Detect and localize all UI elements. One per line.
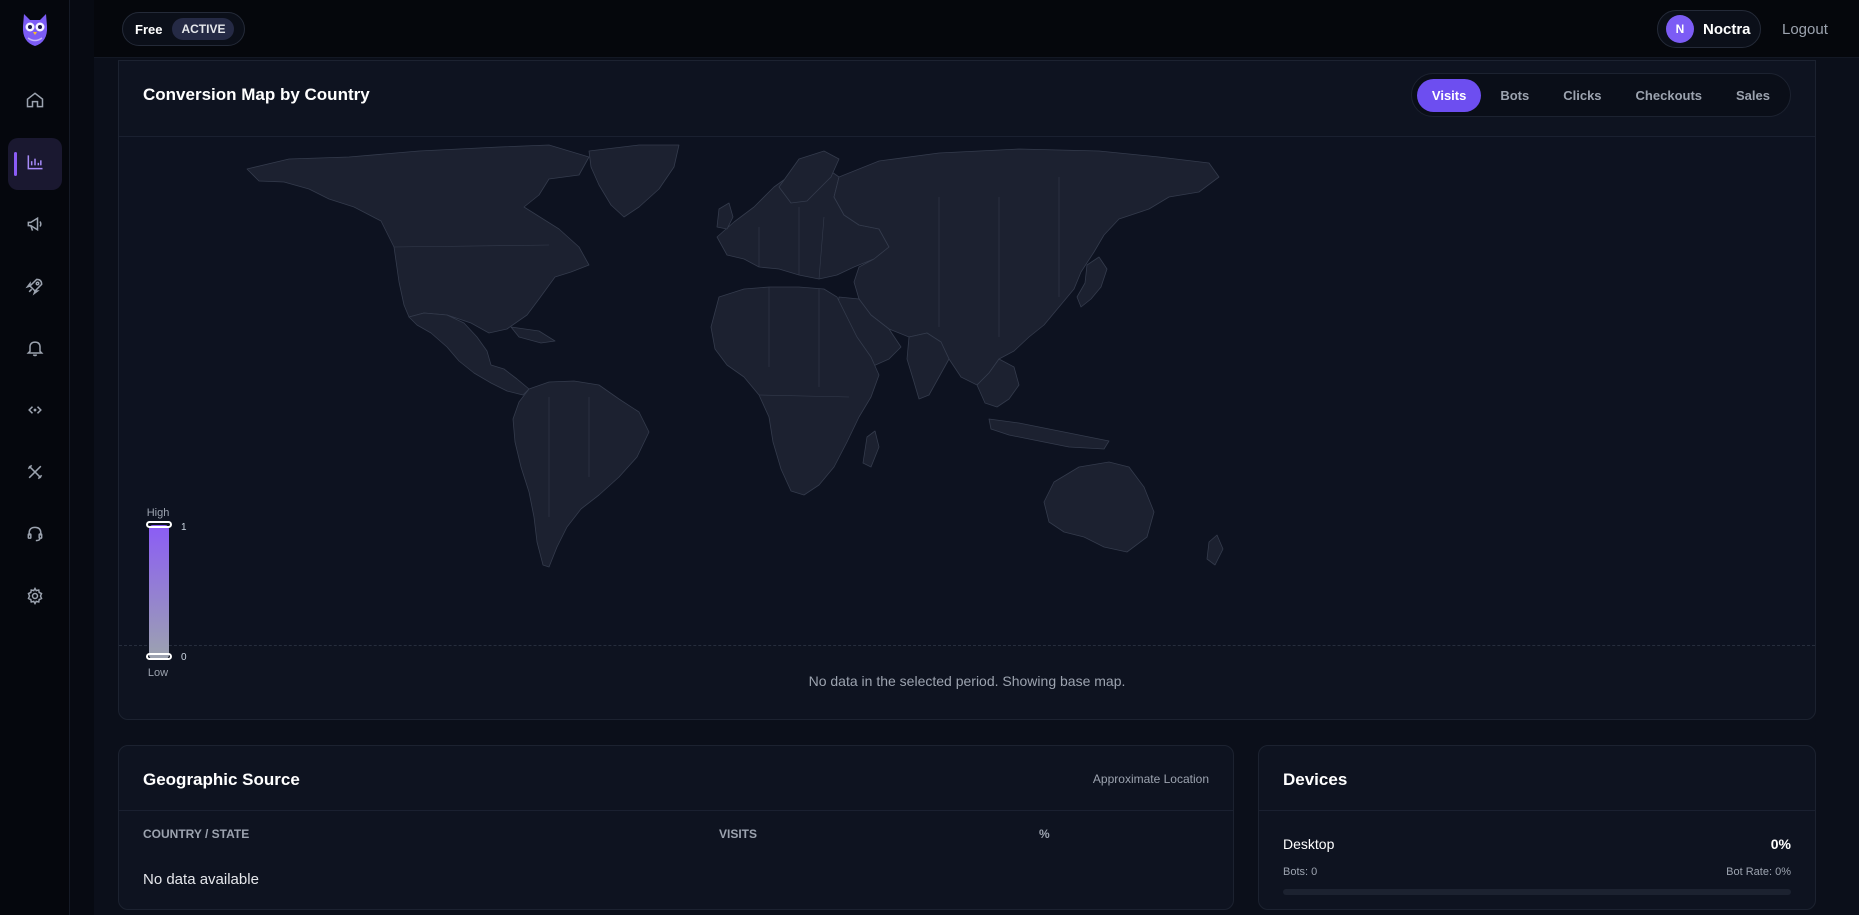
- devices-card: Devices Desktop 0% Bots: 0 Bot Rate: 0%: [1258, 745, 1816, 910]
- nav-notifications[interactable]: [8, 324, 62, 376]
- nav-integrations[interactable]: [8, 386, 62, 438]
- sidebar: [0, 0, 70, 915]
- metric-tabs: Visits Bots Clicks Checkouts Sales: [1410, 73, 1791, 117]
- nav-campaigns[interactable]: [8, 200, 62, 252]
- plan-badge[interactable]: Free ACTIVE: [122, 12, 246, 46]
- gear-icon: [25, 586, 45, 611]
- topbar: Free ACTIVE N Noctra Logout: [94, 0, 1859, 58]
- map-legend: High 1 0 Low: [143, 507, 193, 682]
- country-new-zealand: [1206, 534, 1224, 566]
- home-icon: [25, 90, 45, 115]
- tab-sales[interactable]: Sales: [1721, 79, 1785, 112]
- plan-name: Free: [135, 21, 163, 37]
- nav-launch[interactable]: [8, 262, 62, 314]
- legend-gradient-bar: [149, 525, 169, 659]
- tab-checkouts[interactable]: Checkouts: [1621, 79, 1717, 112]
- nav-support[interactable]: [8, 510, 62, 562]
- plan-status-badge: ACTIVE: [172, 18, 235, 40]
- logout-link[interactable]: Logout: [1782, 21, 1828, 38]
- nav-home[interactable]: [8, 76, 62, 128]
- tab-visits[interactable]: Visits: [1416, 78, 1482, 112]
- country-madagascar: [862, 430, 880, 468]
- nav-analytics[interactable]: [7, 138, 62, 190]
- geographic-source-card: Geographic Source Approximate Location C…: [118, 745, 1234, 910]
- owl-logo-icon[interactable]: [17, 10, 53, 50]
- device-progress-track: [1283, 889, 1791, 895]
- user-name: Noctra: [1703, 20, 1751, 38]
- device-name: Desktop: [1283, 836, 1335, 852]
- country-north-america: [246, 144, 590, 334]
- legend-min-handle[interactable]: [146, 653, 172, 660]
- approximate-location-note: Approximate Location: [1092, 772, 1209, 786]
- tab-clicks[interactable]: Clicks: [1548, 79, 1616, 112]
- conversion-map-card: Conversion Map by Country Visits Bots Cl…: [118, 60, 1816, 720]
- bell-icon: [25, 338, 45, 363]
- legend-max-handle[interactable]: [146, 521, 172, 528]
- world-map-shapes: [246, 144, 1224, 568]
- map-empty-message: No data in the selected period. Showing …: [808, 673, 1126, 689]
- column-country-state[interactable]: COUNTRY / STATE: [143, 827, 249, 841]
- legend-high-label: High: [146, 507, 170, 519]
- device-bot-rate: Bot Rate: 0%: [1726, 866, 1791, 878]
- device-bots: Bots: 0: [1283, 866, 1318, 878]
- tab-bots[interactable]: Bots: [1485, 79, 1544, 112]
- analytics-chart-icon: [25, 152, 45, 177]
- megaphone-icon: [25, 214, 45, 239]
- divider: [1259, 810, 1815, 811]
- legend-min-value: 0: [181, 652, 187, 663]
- tools-icon: [25, 462, 45, 487]
- headset-icon: [25, 524, 45, 549]
- country-greenland: [588, 144, 680, 218]
- legend-max-value: 1: [181, 522, 187, 533]
- user-menu[interactable]: N Noctra: [1657, 10, 1761, 48]
- world-map[interactable]: High 1 0 Low: [119, 136, 1815, 679]
- sidebar-gutter: [70, 0, 94, 915]
- rocket-icon: [24, 276, 45, 301]
- geo-table-header: COUNTRY / STATE VISITS %: [119, 810, 1233, 850]
- geo-card-title: Geographic Source: [143, 770, 300, 789]
- devices-card-title: Devices: [1283, 770, 1348, 789]
- map-card-title: Conversion Map by Country: [143, 85, 370, 104]
- country-south-america: [512, 380, 650, 568]
- nav-settings[interactable]: [8, 572, 62, 624]
- column-percent[interactable]: %: [1039, 827, 1050, 841]
- country-indonesia: [988, 418, 1110, 450]
- avatar: N: [1666, 15, 1694, 43]
- code-icon: [25, 400, 45, 425]
- nav-tools[interactable]: [8, 448, 62, 500]
- geo-empty-message: No data available: [143, 871, 259, 888]
- device-percent: 0%: [1770, 836, 1791, 852]
- country-caribbean: [510, 326, 556, 344]
- column-visits[interactable]: VISITS: [719, 827, 757, 841]
- country-australia: [1043, 461, 1155, 553]
